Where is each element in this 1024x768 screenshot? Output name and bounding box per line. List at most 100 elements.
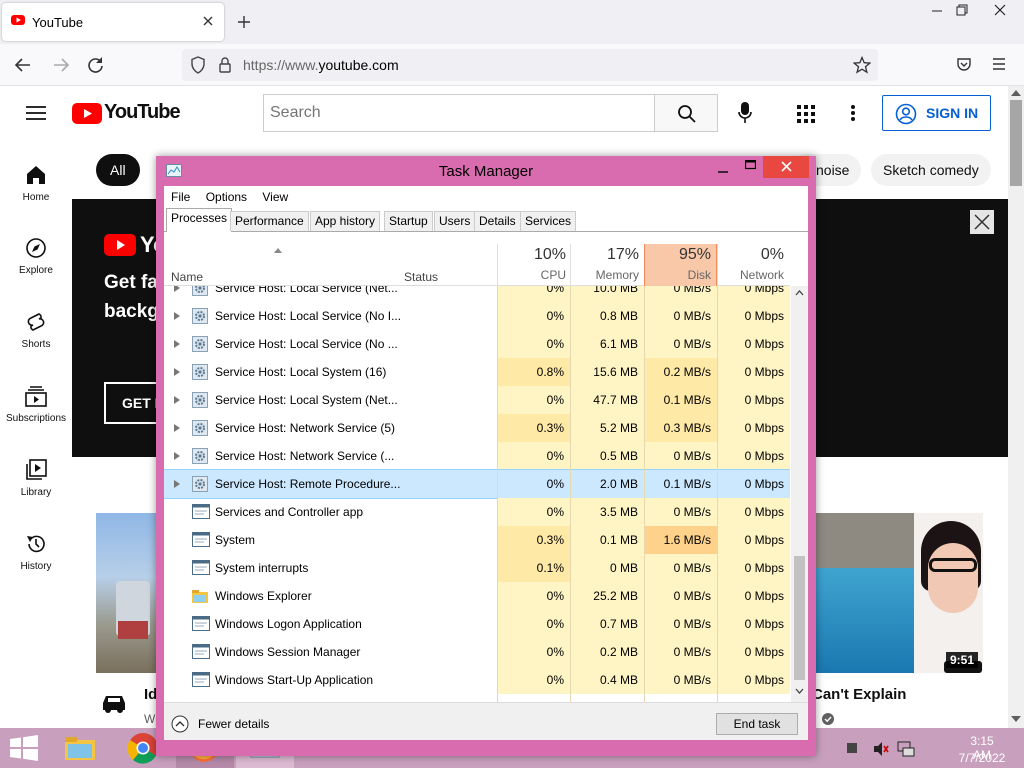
col-memory[interactable]: Memory <box>571 268 639 282</box>
video-duration: 9:51 <box>946 652 979 668</box>
expand-arrow-icon[interactable] <box>174 396 180 404</box>
process-network: 0 Mbps <box>744 477 784 491</box>
tab-processes[interactable]: Processes <box>166 208 233 232</box>
col-cpu[interactable]: CPU <box>498 268 566 282</box>
process-row[interactable]: Windows Explorer 0% 25.2 MB 0 MB/s 0 Mbps <box>164 582 790 610</box>
chip-sketch-comedy[interactable]: Sketch comedy <box>871 154 991 186</box>
task-manager-titlebar[interactable]: Task Manager <box>156 156 816 186</box>
process-row[interactable]: Service Host: Local System (16) 0.8% 15.6 … <box>164 358 790 386</box>
expand-arrow-icon[interactable] <box>174 340 180 348</box>
process-row[interactable]: System 0.3% 0.1 MB 1.6 MB/s 0 Mbps <box>164 526 790 554</box>
show-desktop-icon[interactable] <box>846 742 858 754</box>
search-button[interactable] <box>654 94 718 132</box>
col-name[interactable]: Name <box>171 270 203 284</box>
tracking-shield-icon[interactable] <box>190 56 206 74</box>
url-text[interactable]: https://www.youtube.com <box>243 57 399 73</box>
process-row[interactable]: Service Host: Local Service (Net... 0% 10.… <box>164 286 790 302</box>
more-options-icon[interactable] <box>850 104 856 122</box>
volume-muted-icon[interactable] <box>873 741 889 757</box>
windows-start-icon[interactable] <box>10 735 38 761</box>
youtube-logo[interactable] <box>72 103 102 124</box>
chip-all[interactable]: All <box>96 154 140 186</box>
video-channel-left[interactable]: W <box>144 712 155 726</box>
process-list-scrollbar[interactable] <box>791 286 808 702</box>
sidebar-item-library[interactable]: Library <box>0 459 72 498</box>
restore-window-icon[interactable] <box>955 3 969 17</box>
expand-arrow-icon[interactable] <box>174 424 180 432</box>
end-task-button[interactable]: End task <box>716 713 798 735</box>
sign-in-button[interactable]: SIGN IN <box>882 95 991 131</box>
process-row[interactable]: System interrupts 0.1% 0 MB 0 MB/s 0 Mbps <box>164 554 790 582</box>
process-disk: 0 MB/s <box>645 330 717 358</box>
expand-arrow-icon[interactable] <box>174 286 180 292</box>
scroll-up-arrow-icon[interactable] <box>1010 88 1022 98</box>
minimize-window-icon[interactable] <box>930 6 944 16</box>
file-explorer-icon[interactable] <box>62 730 98 766</box>
sidebar-item-shorts[interactable]: Shorts <box>0 311 72 350</box>
sidebar-item-explore[interactable]: Explore <box>0 237 72 276</box>
scroll-down-arrow-icon[interactable] <box>1010 714 1022 724</box>
expand-arrow-icon[interactable] <box>174 312 180 320</box>
tab-services[interactable]: Services <box>520 211 577 231</box>
tm-close-icon <box>781 161 792 172</box>
process-row[interactable]: Service Host: Remote Procedure... 0% 2.0 M… <box>164 469 790 499</box>
voice-search-icon[interactable] <box>738 102 752 124</box>
col-disk[interactable]: Disk <box>645 268 711 282</box>
search-input[interactable] <box>263 94 655 132</box>
video-title-right[interactable]: Can't Explain <box>812 686 906 703</box>
process-memory: 0.4 MB <box>571 666 644 694</box>
hamburger-menu-icon[interactable] <box>26 105 46 121</box>
tab-users[interactable]: Users <box>434 211 476 231</box>
app-menu-icon[interactable] <box>992 57 1006 71</box>
process-name: Service Host: Local System (Net... <box>215 393 398 407</box>
tab-details[interactable]: Details <box>474 211 521 231</box>
network-icon[interactable] <box>897 740 915 758</box>
process-row[interactable]: Windows Start-Up Application 0% 0.4 MB 0 MB… <box>164 666 790 694</box>
sidebar-item-history[interactable]: History <box>0 533 72 572</box>
menu-options[interactable]: Options <box>206 190 247 204</box>
process-cpu: 0% <box>546 477 564 491</box>
new-tab-icon[interactable] <box>236 14 252 30</box>
tm-close-button[interactable] <box>763 156 809 178</box>
process-cpu: 0% <box>498 286 570 302</box>
process-row[interactable]: Service Host: Network Service (... 0% 0.5 … <box>164 442 790 470</box>
process-cpu: 0% <box>498 610 570 638</box>
col-network[interactable]: Network <box>718 268 784 282</box>
lock-icon[interactable] <box>218 56 232 74</box>
back-icon[interactable] <box>14 56 32 74</box>
process-row[interactable]: Service Host: Local Service (No I... 0% 0.… <box>164 302 790 330</box>
process-row[interactable]: Windows Logon Application 0% 0.7 MB 0 MB/s 0… <box>164 610 790 638</box>
pocket-icon[interactable] <box>956 56 972 72</box>
process-row[interactable]: Windows Session Manager 0% 0.2 MB 0 MB/s 0 M… <box>164 638 790 666</box>
reload-icon[interactable] <box>87 56 105 74</box>
taskbar-date[interactable]: 7/7/2022 <box>954 751 1010 765</box>
tab-startup[interactable]: Startup <box>384 211 433 231</box>
expand-arrow-icon[interactable] <box>174 480 180 488</box>
col-status[interactable]: Status <box>404 270 438 284</box>
list-scroll-up-icon <box>795 290 804 296</box>
list-scroll-thumb[interactable] <box>794 556 805 680</box>
process-row[interactable]: Service Host: Network Service (5) 0.3% 5.2… <box>164 414 790 442</box>
process-row[interactable]: Service Host: Local System (Net... 0% 47.7… <box>164 386 790 414</box>
sidebar-item-home[interactable]: Home <box>0 164 72 203</box>
fewer-details-link[interactable]: Fewer details <box>198 717 269 731</box>
expand-arrow-icon[interactable] <box>174 452 180 460</box>
browser-tab[interactable]: YouTube <box>2 3 224 41</box>
url-bar[interactable]: https://www.youtube.com <box>182 49 878 81</box>
apps-grid-icon[interactable] <box>797 105 815 123</box>
tab-performance[interactable]: Performance <box>230 211 309 231</box>
forward-icon[interactable] <box>52 56 70 74</box>
process-row[interactable]: Service Host: Local Service (No ... 0% 6.1… <box>164 330 790 358</box>
menu-view[interactable]: View <box>262 190 288 204</box>
tab-app-history[interactable]: App history <box>310 211 381 231</box>
process-row[interactable]: Services and Controller app 0% 3.5 MB 0 MB/… <box>164 498 790 526</box>
close-window-icon[interactable] <box>993 3 1007 17</box>
close-tab-icon[interactable] <box>202 15 214 27</box>
bookmark-star-icon[interactable] <box>853 56 871 74</box>
video-thumbnail-right[interactable]: 9:51 <box>816 513 983 673</box>
page-scrollbar-thumb[interactable] <box>1010 100 1022 186</box>
sidebar-item-subscriptions[interactable]: Subscriptions <box>0 385 72 424</box>
expand-arrow-icon[interactable] <box>174 368 180 376</box>
banner-close-icon[interactable] <box>970 210 994 234</box>
menu-file[interactable]: File <box>171 190 190 204</box>
